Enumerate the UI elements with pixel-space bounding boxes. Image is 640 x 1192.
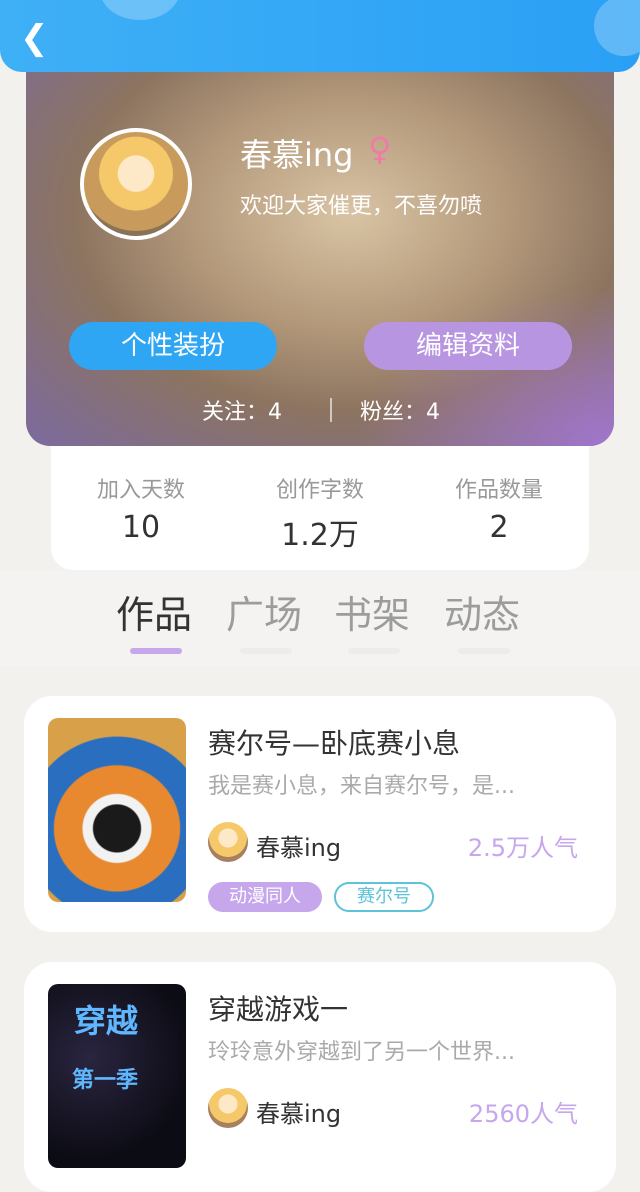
tab-indicator — [458, 648, 510, 654]
tab-square[interactable]: 广场 — [226, 584, 302, 639]
back-icon[interactable]: ❮ — [20, 20, 50, 56]
stat-value: 10 — [121, 510, 161, 545]
avatar[interactable] — [80, 128, 192, 240]
follow-count[interactable]: 关注：4 — [202, 394, 282, 426]
work-author: 春慕ing — [256, 834, 342, 862]
work-title: 赛尔号—卧底赛小息 — [208, 727, 461, 760]
cover-title: 穿越 — [74, 1002, 139, 1040]
work-description: 我是赛小息，来自赛尔号，是... — [208, 774, 515, 799]
edit-profile-button[interactable]: 编辑资料 — [364, 322, 572, 370]
stat-label: 作品数量 — [454, 478, 543, 503]
tag-seer[interactable]: 赛尔号 — [334, 882, 434, 912]
decor-bubble — [594, 0, 640, 56]
tab-indicator — [240, 648, 292, 654]
author-avatar — [208, 822, 248, 862]
cover-subtitle: 第一季 — [72, 1068, 139, 1093]
nickname: 春慕ing — [240, 136, 354, 174]
signature: 欢迎大家催更，不喜勿喷 — [240, 194, 483, 219]
profile-card: 春慕ing ♀ 欢迎大家催更，不喜勿喷 个性装扮 编辑资料 关注：4 粉丝：4 — [26, 58, 614, 446]
tab-works[interactable]: 作品 — [116, 584, 192, 639]
tab-feed[interactable]: 动态 — [444, 584, 520, 639]
decor-bubble — [100, 0, 180, 20]
tab-bar: 作品 广场 书架 动态 — [0, 570, 640, 666]
stat-work-count: 作品数量 2 — [409, 472, 589, 545]
work-cover[interactable] — [48, 718, 186, 902]
stat-label: 创作字数 — [275, 478, 364, 503]
work-popularity: 2.5万人气 — [467, 834, 578, 862]
divider — [330, 398, 332, 422]
stat-word-count: 创作字数 1.2万 — [230, 472, 410, 554]
work-cover[interactable]: 穿越 第一季 — [48, 984, 186, 1168]
top-bar: ❮ — [0, 0, 640, 72]
stat-value: 1.2万 — [281, 518, 359, 553]
fans-count[interactable]: 粉丝：4 — [360, 394, 440, 426]
work-author: 春慕ing — [256, 1100, 342, 1128]
stats-panel: 加入天数 10 创作字数 1.2万 作品数量 2 — [51, 446, 589, 570]
female-icon: ♀ — [368, 130, 392, 168]
work-card[interactable]: 赛尔号—卧底赛小息 我是赛小息，来自赛尔号，是... 春慕ing 2.5万人气 … — [24, 696, 616, 932]
work-popularity: 2560人气 — [468, 1100, 578, 1128]
tab-indicator — [130, 648, 182, 654]
work-title: 穿越游戏一 — [208, 993, 349, 1026]
stat-label: 加入天数 — [96, 478, 185, 503]
work-description: 玲玲意外穿越到了另一个世界... — [208, 1040, 515, 1065]
work-card[interactable]: 穿越 第一季 穿越游戏一 玲玲意外穿越到了另一个世界... 春慕ing 2560… — [24, 962, 616, 1192]
stat-value: 2 — [489, 510, 509, 545]
stat-join-days: 加入天数 10 — [51, 472, 231, 545]
author-avatar — [208, 1088, 248, 1128]
tab-bookshelf[interactable]: 书架 — [334, 584, 410, 639]
tag-anime-fanfic[interactable]: 动漫同人 — [208, 882, 322, 912]
dress-up-button[interactable]: 个性装扮 — [69, 322, 277, 370]
tab-indicator — [348, 648, 400, 654]
